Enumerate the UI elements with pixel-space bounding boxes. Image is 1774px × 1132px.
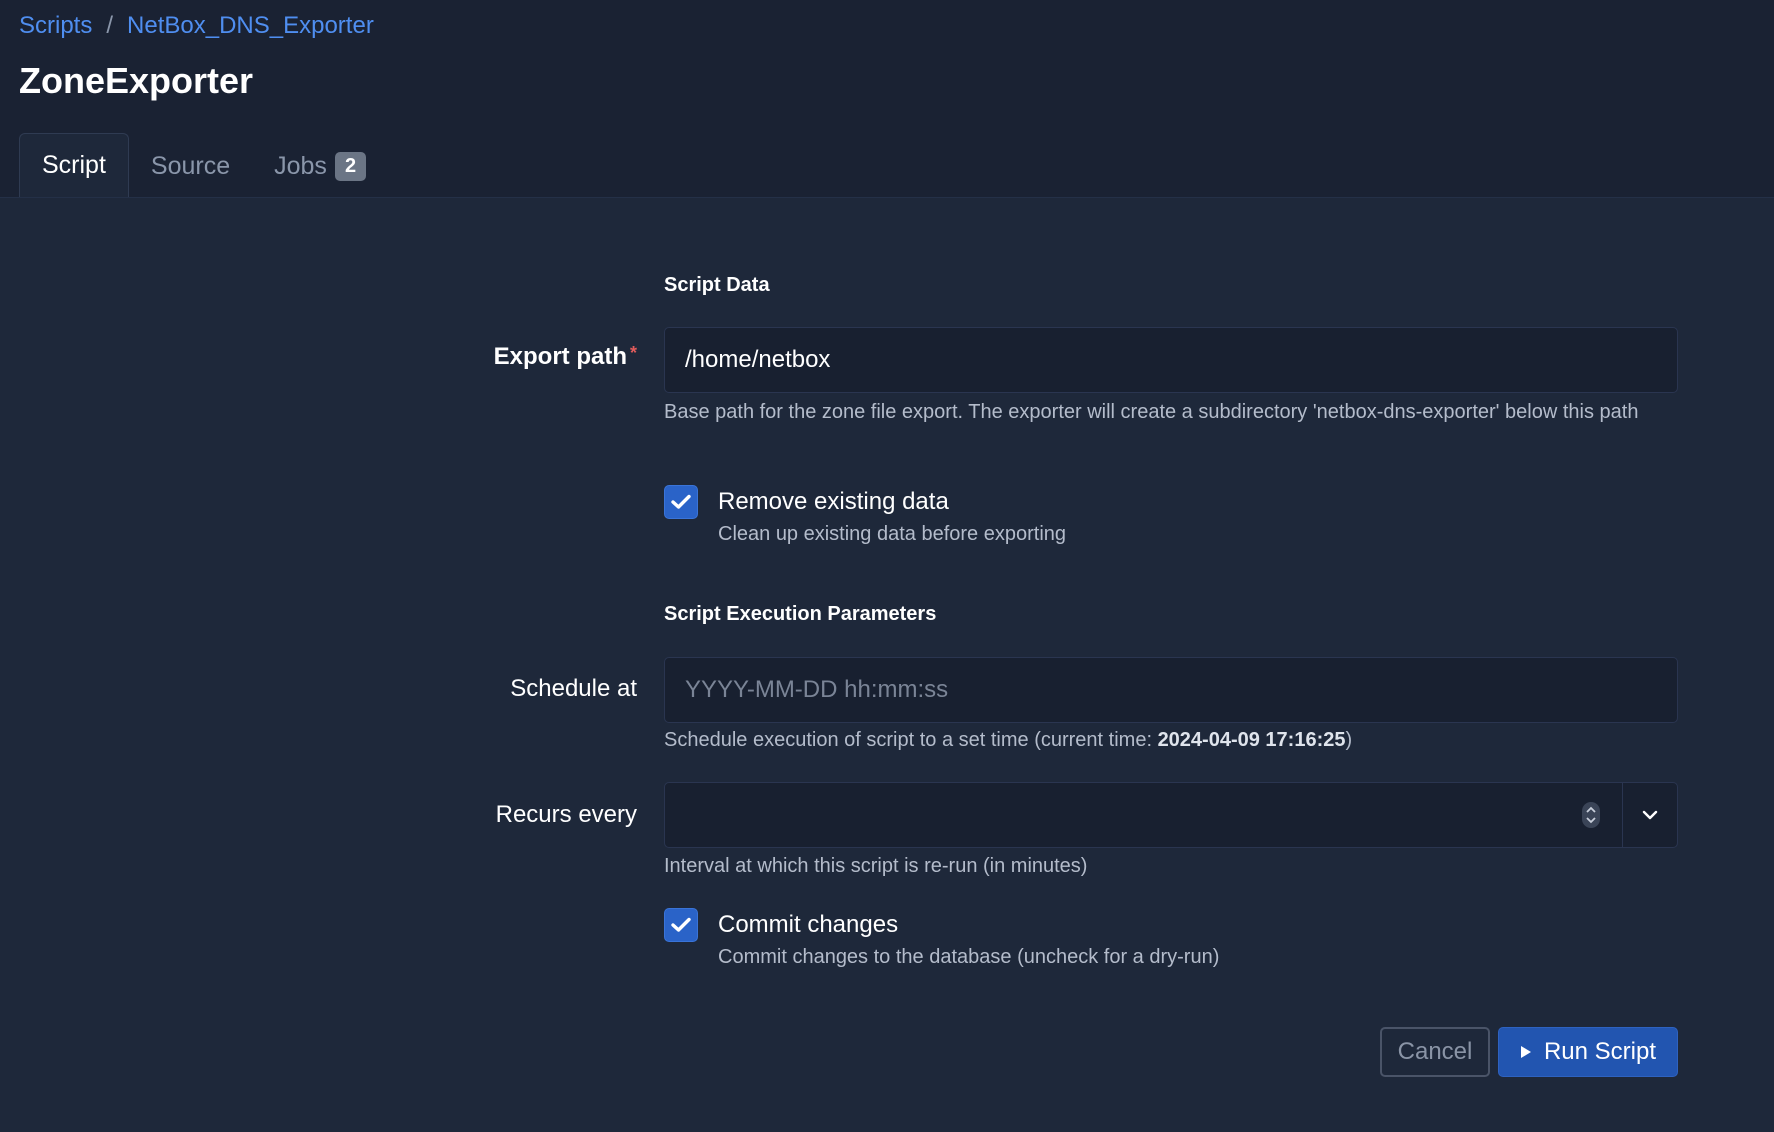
check-icon [671,494,691,509]
schedule-at-help: Schedule execution of script to a set ti… [664,724,1678,756]
page-title: ZoneExporter [19,60,254,101]
check-icon [671,917,691,932]
export-path-input[interactable] [664,327,1678,393]
tab-bar: Script Source Jobs 2 [19,133,388,197]
recurs-every-input[interactable] [665,783,1623,847]
script-data-heading: Script Data [664,274,770,296]
commit-changes-checkbox[interactable] [664,908,698,942]
chevron-down-icon [1642,810,1658,820]
play-icon [1520,1046,1531,1058]
export-path-label-text: Export path [493,343,627,370]
cancel-button[interactable]: Cancel [1380,1027,1490,1077]
run-script-label: Run Script [1543,1038,1657,1065]
export-path-label: Export path * [494,343,637,371]
remove-existing-label: Remove existing data [718,488,949,515]
tab-jobs-label: Jobs [274,151,327,180]
breadcrumb-link-module[interactable]: NetBox_DNS_Exporter [127,12,374,40]
current-time-value: 2024-04-09 17:16:25 [1157,729,1346,751]
commit-changes-help: Commit changes to the database (uncheck … [718,946,1220,968]
schedule-help-prefix: Schedule execution of script to a set ti… [664,729,1158,751]
schedule-at-input[interactable] [664,657,1678,723]
tab-script[interactable]: Script [19,133,129,197]
commit-changes-row: Commit changes Commit changes to the dat… [664,908,1219,972]
recurs-every-dropdown-button[interactable] [1623,783,1677,847]
remove-existing-help: Clean up existing data before exporting [718,523,1067,545]
commit-changes-label: Commit changes [718,911,899,938]
tab-source[interactable]: Source [129,135,252,197]
run-script-button[interactable]: Run Script [1498,1027,1678,1077]
export-path-help: Base path for the zone file export. The … [664,401,1639,423]
breadcrumb: Scripts / NetBox_DNS_Exporter [19,12,374,40]
recurs-every-label: Recurs every [495,801,637,828]
required-marker: * [629,343,637,363]
recurs-every-help: Interval at which this script is re-run … [664,855,1088,877]
remove-existing-row: Remove existing data Clean up existing d… [664,485,1066,549]
spinner-arrows-icon[interactable] [1582,802,1600,828]
breadcrumb-link-scripts[interactable]: Scripts [19,12,92,40]
schedule-help-suffix: ) [1345,729,1353,751]
tab-jobs[interactable]: Jobs 2 [252,135,388,197]
page-header: Scripts / NetBox_DNS_Exporter ZoneExport… [0,0,1774,198]
remove-existing-checkbox[interactable] [664,485,698,519]
jobs-count-badge: 2 [334,151,367,181]
execution-params-heading: Script Execution Parameters [664,603,937,625]
tab-script-label: Script [42,151,106,179]
tab-source-label: Source [150,151,231,180]
breadcrumb-separator: / [106,12,114,39]
schedule-at-label: Schedule at [510,675,637,702]
recurs-every-group [664,782,1678,848]
